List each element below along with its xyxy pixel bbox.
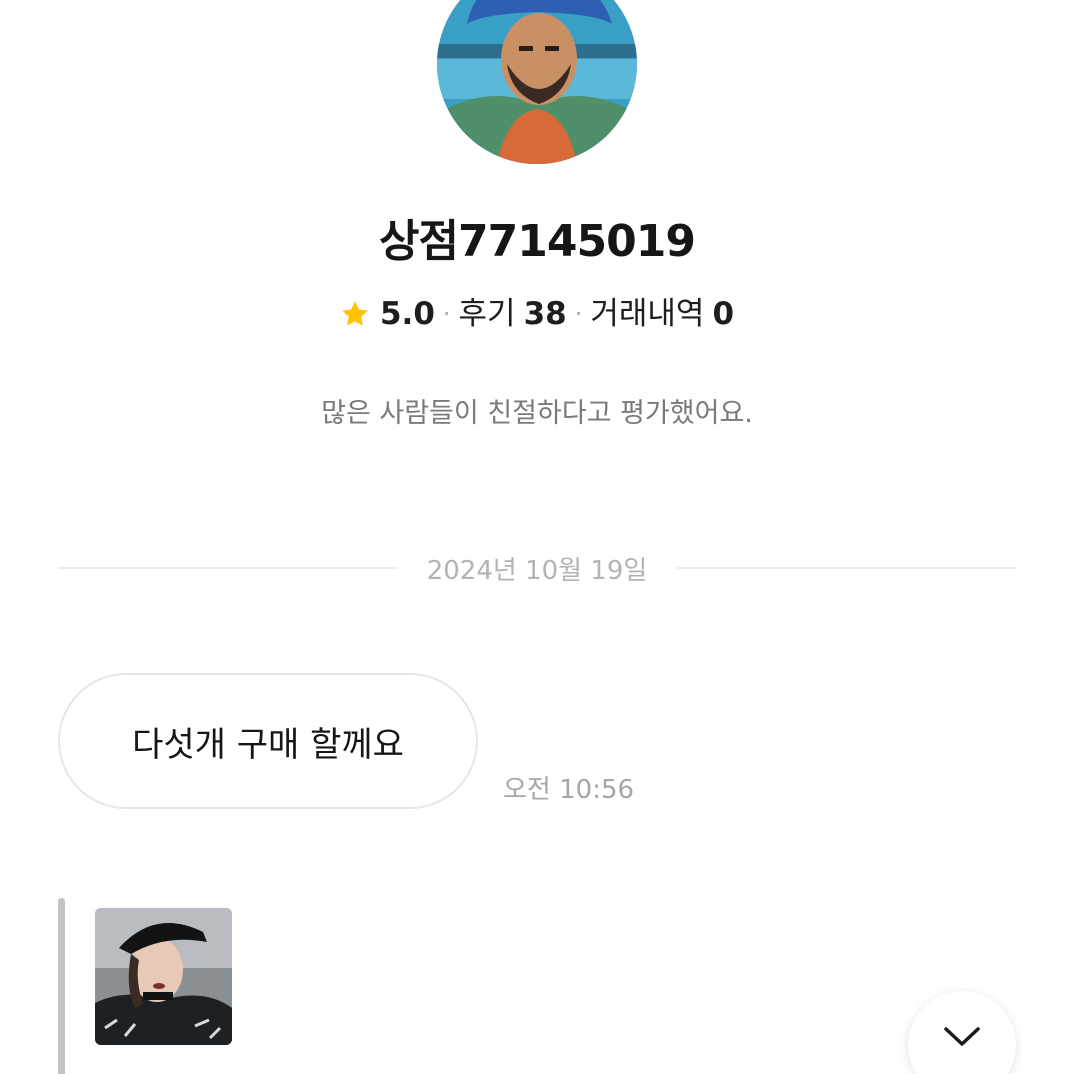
avatar-image bbox=[437, 0, 637, 164]
product-photo-image bbox=[95, 908, 232, 1045]
seller-stats: 5.0 · 후기 38 · 거래내역 0 bbox=[0, 292, 1074, 336]
seller-avatar[interactable] bbox=[437, 0, 637, 164]
message-bubble[interactable]: 다섯개 구매 할께요 bbox=[58, 673, 478, 809]
message-time: 오전 10:56 bbox=[503, 775, 635, 805]
chat-screen: 상점77145019 5.0 · 후기 38 · 거래내역 0 많은 사람들이 … bbox=[0, 0, 1074, 1074]
review-label[interactable]: 후기 bbox=[459, 292, 516, 336]
seller-description: 많은 사람들이 친절하다고 평가했어요. bbox=[321, 398, 753, 429]
chevron-down-icon bbox=[944, 1027, 980, 1046]
divider-line bbox=[58, 567, 397, 569]
star-icon bbox=[340, 299, 370, 329]
separator-dot: · bbox=[574, 300, 583, 328]
chat-date: 2024년 10월 19일 bbox=[426, 555, 648, 586]
separator-dot: · bbox=[442, 300, 451, 328]
trade-count[interactable]: 0 bbox=[712, 292, 734, 336]
review-count[interactable]: 38 bbox=[524, 292, 567, 336]
date-divider: 2024년 10월 19일 bbox=[58, 546, 1017, 590]
trade-label[interactable]: 거래내역 bbox=[590, 292, 704, 336]
scroll-down-button[interactable] bbox=[908, 991, 1016, 1074]
rating-value: 5.0 bbox=[379, 296, 435, 332]
store-name[interactable]: 상점77145019 bbox=[0, 212, 1074, 272]
quote-bar bbox=[58, 898, 65, 1074]
divider-line bbox=[677, 567, 1017, 569]
product-photo[interactable] bbox=[95, 908, 232, 1045]
